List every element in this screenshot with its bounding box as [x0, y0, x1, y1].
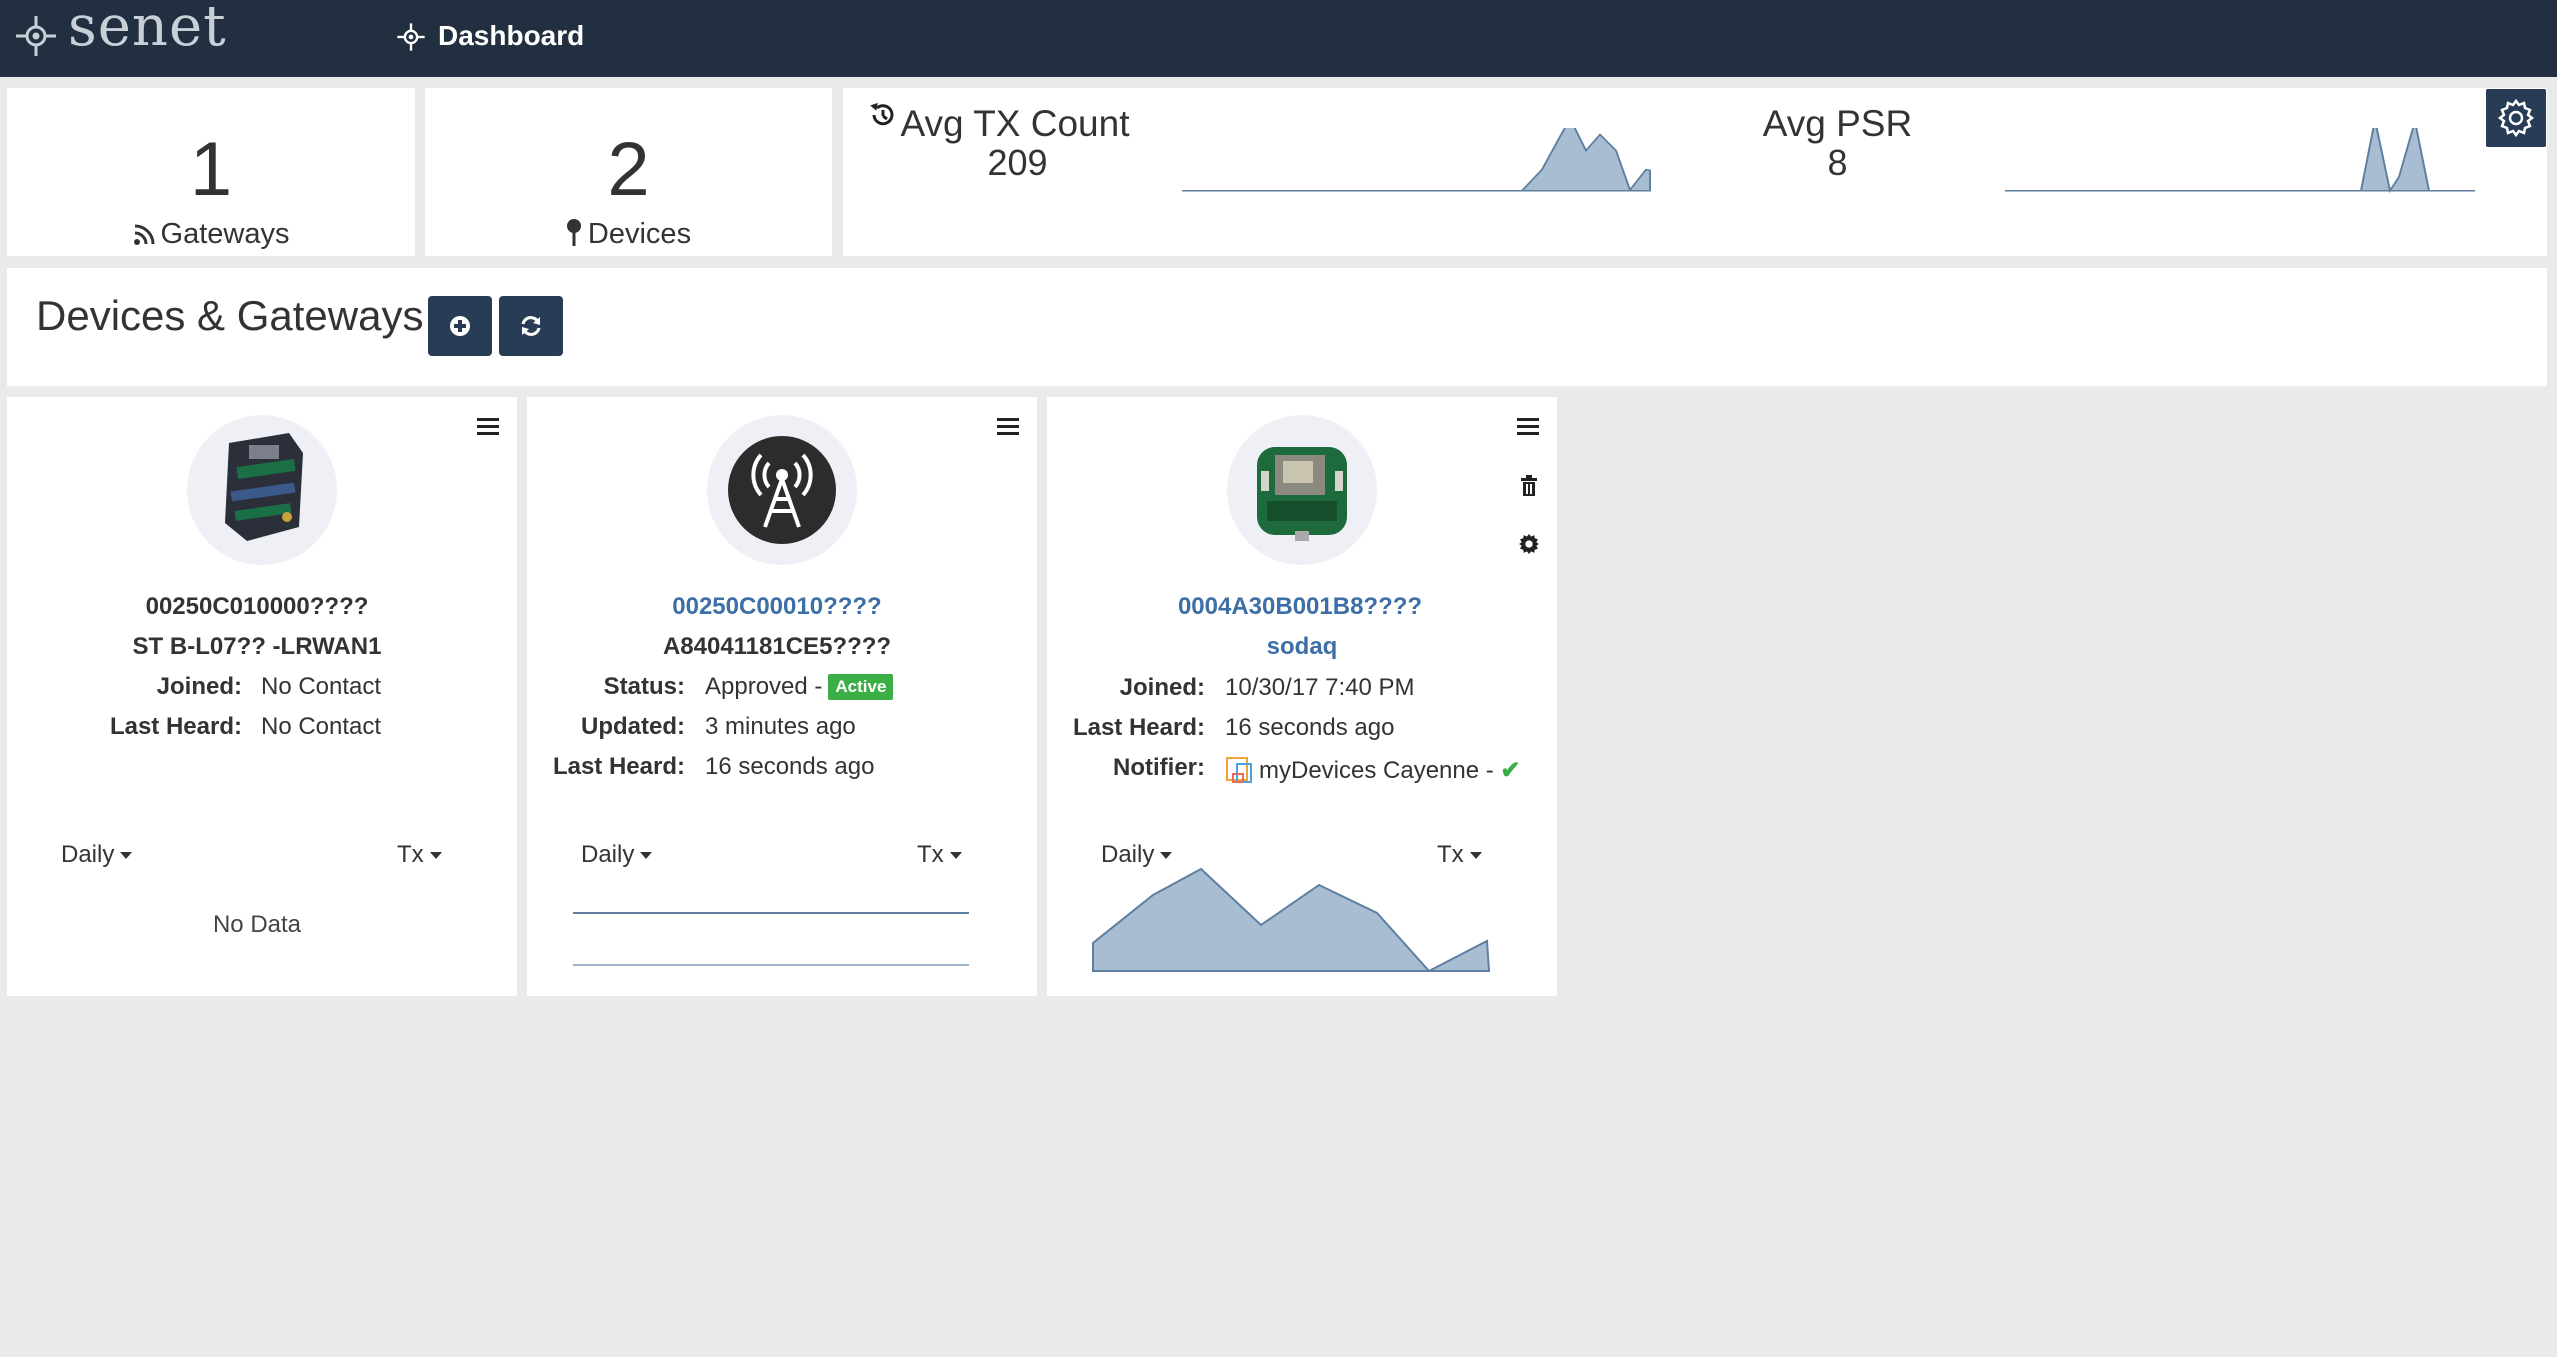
status-badge: Active [828, 674, 894, 700]
period-dropdown[interactable]: Daily [581, 841, 653, 869]
status-value: Approved - Active [705, 673, 894, 701]
gateway-board-image [225, 433, 303, 541]
device-card-sodaq[interactable]: 0004A30B001B8???? sodaq Joined: 10/30/17… [1047, 397, 1557, 996]
map-pin-icon [566, 219, 581, 246]
device-id: 00250C010000???? [145, 593, 369, 620]
devices-label: Devices [587, 218, 692, 250]
avg-psr-sparkline [2005, 128, 2475, 194]
device-name-link[interactable]: sodaq [1047, 633, 1557, 661]
device-card-gateway[interactable]: 00250C010000???? ST B-L07?? -LRWAN1 Join… [7, 397, 517, 996]
hamburger-icon[interactable] [1517, 417, 1539, 437]
tx-chart [573, 912, 969, 966]
section-title: Devices & Gateways [36, 292, 424, 339]
history-icon[interactable] [868, 100, 898, 130]
dashboard-settings-button[interactable] [2486, 89, 2546, 147]
metric-dropdown[interactable]: Tx [397, 841, 442, 869]
avg-tx-sparkline [1182, 128, 1651, 192]
caret-down-icon [640, 852, 653, 859]
gear-icon[interactable] [1518, 533, 1540, 555]
field-value: 3 minutes ago [705, 713, 856, 740]
refresh-button[interactable] [499, 296, 563, 356]
avg-tx-title: Avg TX Count [900, 103, 1130, 144]
device-card-mote[interactable]: 00250C00010???? A84041181CE5???? Status:… [527, 397, 1037, 996]
notifier-value: myDevices Cayenne - ✔ [1225, 754, 1521, 785]
hamburger-icon[interactable] [997, 417, 1019, 437]
field-key: Last Heard: [1072, 714, 1205, 741]
field-key: Joined: [156, 673, 242, 700]
dashboard-icon[interactable] [396, 22, 426, 52]
caret-down-icon [429, 852, 442, 859]
app-logo[interactable]: senet [68, 0, 227, 59]
tx-chart [1092, 867, 1491, 973]
avg-psr-value: 8 [1827, 142, 1848, 183]
field-value: No Contact [261, 713, 382, 740]
cayenne-icon [1226, 757, 1252, 783]
caret-down-icon [949, 852, 962, 859]
rss-icon [133, 224, 155, 245]
gateways-label: Gateways [160, 218, 290, 250]
devices-stat-panel[interactable]: 2 Devices [425, 88, 832, 256]
field-value: 10/30/17 7:40 PM [1225, 674, 1415, 701]
device-name: ST B-L07?? -LRWAN1 [132, 633, 382, 660]
field-key: Status: [603, 673, 685, 700]
device-avatar [187, 415, 337, 565]
field-value: 16 seconds ago [705, 753, 875, 780]
gear-icon [2497, 98, 2535, 138]
device-avatar [1227, 415, 1377, 565]
check-icon: ✔ [1500, 757, 1521, 784]
top-navbar: senet Dashboard [0, 0, 2557, 77]
field-key: Notifier: [1113, 754, 1205, 781]
sodaq-board-image [1257, 447, 1347, 541]
avg-psr-title: Avg PSR [1762, 103, 1913, 144]
refresh-icon [521, 316, 541, 336]
period-dropdown[interactable]: Daily [61, 841, 133, 869]
device-id-link[interactable]: 00250C00010???? [527, 593, 1027, 621]
add-device-button[interactable] [428, 296, 492, 356]
devices-count: 2 [607, 127, 650, 212]
trash-icon[interactable] [1520, 475, 1538, 497]
caret-down-icon [1160, 852, 1173, 859]
hamburger-icon[interactable] [477, 417, 499, 437]
field-key: Last Heard: [109, 713, 242, 740]
metric-dropdown[interactable]: Tx [917, 841, 962, 869]
field-value: No Contact [261, 673, 382, 700]
caret-down-icon [120, 852, 133, 859]
plus-circle-icon [450, 316, 470, 336]
device-id-link[interactable]: 0004A30B001B8???? [1047, 593, 1553, 621]
device-avatar [707, 415, 857, 565]
field-key: Updated: [581, 713, 685, 740]
field-key: Joined: [1119, 674, 1205, 701]
field-key: Last Heard: [552, 753, 685, 780]
crosshair-gear-icon [16, 16, 56, 56]
no-data-label: No Data [212, 911, 302, 938]
gateways-count: 1 [189, 127, 233, 212]
device-name: A84041181CE5???? [662, 633, 892, 660]
avg-tx-value: 209 [987, 142, 1048, 183]
gateways-stat-panel[interactable]: 1 Gateways [7, 88, 415, 256]
antenna-tower-icon [728, 436, 836, 544]
caret-down-icon [1469, 852, 1482, 859]
field-value: 16 seconds ago [1225, 714, 1395, 741]
nav-dashboard-link[interactable]: Dashboard [438, 20, 584, 52]
